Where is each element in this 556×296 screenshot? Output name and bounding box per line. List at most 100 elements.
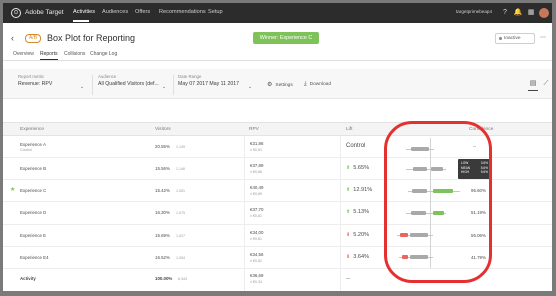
- rpv-value: €37,89: [250, 163, 264, 168]
- visitors-count: 1,075: [176, 211, 185, 215]
- experience-name[interactable]: Experience C: [20, 188, 46, 193]
- visitors-pct: 15.69%: [155, 233, 170, 238]
- app-title[interactable]: Adobe Target: [25, 9, 64, 16]
- lift-value: 5.65%: [353, 165, 370, 171]
- visitors-pct: 16.52%: [155, 255, 170, 260]
- chevron-down-icon: ⌄: [80, 84, 85, 90]
- arrow-down-icon: ⬇: [346, 232, 351, 238]
- lift-value: 3.64%: [353, 254, 370, 260]
- tab-reports[interactable]: Reports: [40, 51, 58, 57]
- activity-total-label: Activity: [20, 276, 36, 281]
- more-options-button[interactable]: ⋯: [538, 33, 548, 44]
- user-name[interactable]: targetprimebeap4: [456, 9, 492, 14]
- rpv-value: €40,49: [250, 185, 264, 190]
- lift-value: Control: [346, 143, 366, 149]
- app-window: ⊙ Adobe Target Activities Audiences Offe…: [0, 0, 556, 296]
- lift-value: 12.91%: [353, 187, 373, 193]
- rpv-interval: ± €0,89: [250, 192, 262, 196]
- arrow-up-icon: ⬆: [346, 165, 351, 171]
- report-filter-bar: Report metric Revenue: RPV ⌄ Audience Al…: [3, 69, 552, 99]
- visitors-count: 1,146: [176, 167, 185, 171]
- rpv-value: €34,56: [250, 252, 264, 257]
- help-icon[interactable]: ?: [500, 8, 510, 18]
- avatar[interactable]: [539, 8, 549, 18]
- rpv-value: €37,70: [250, 207, 264, 212]
- status-label: Inactive: [504, 36, 521, 41]
- download-button[interactable]: ⤓ Download: [304, 81, 331, 88]
- report-metric-value: Revenue: RPV: [18, 81, 53, 87]
- visitors-count: 1,149: [176, 145, 185, 149]
- experience-name[interactable]: Experience B: [20, 166, 46, 171]
- nav-active-indicator: [73, 20, 89, 22]
- apps-grid-icon[interactable]: ▦: [526, 8, 536, 18]
- chevron-down-icon: ⌄: [248, 84, 253, 90]
- visitors-pct: 16.30%: [155, 210, 170, 215]
- lift-cell: ⬇ 5.20%: [346, 232, 369, 238]
- report-metric-label: Report metric: [18, 74, 45, 79]
- audience-value: All Qualified Visitors (def...: [98, 81, 159, 87]
- lift-value: 5.20%: [353, 232, 370, 238]
- rpv-interval: ± €0,82: [250, 259, 262, 263]
- date-range-select[interactable]: Date Range May 07 2017 May 11 2017 ⌄: [178, 74, 256, 90]
- status-dropdown[interactable]: Inactive: [495, 33, 535, 44]
- notifications-icon[interactable]: 🔔: [513, 8, 523, 18]
- column-lift[interactable]: Lift: [346, 127, 352, 132]
- visitors-pct: 15.42%: [155, 188, 170, 193]
- nav-activities[interactable]: Activities: [73, 9, 95, 15]
- column-experience[interactable]: Experience: [20, 127, 44, 132]
- visitors-total-pct: 100.00%: [155, 276, 173, 281]
- lift-cell: ⬆ 5.13%: [346, 209, 369, 215]
- tab-change-log[interactable]: Change Log: [90, 51, 117, 57]
- rpv-value: €31,86: [250, 141, 264, 146]
- audience-select[interactable]: Audience All Qualified Visitors (def... …: [98, 74, 170, 90]
- nav-offers[interactable]: Offers: [135, 9, 150, 15]
- divider: [173, 75, 174, 95]
- nav-audiences[interactable]: Audiences: [102, 9, 128, 15]
- tab-overview[interactable]: Overview: [13, 51, 34, 57]
- experience-name[interactable]: Experience E4: [20, 255, 49, 260]
- divider: [92, 75, 93, 95]
- experience-name[interactable]: Experience D: [20, 210, 46, 215]
- column-visitors[interactable]: Visitors: [155, 127, 171, 132]
- winner-badge: Winner: Experience C: [253, 32, 319, 44]
- nav-setup[interactable]: Setup: [208, 9, 223, 15]
- visitors-pct: 20.55%: [155, 144, 170, 149]
- column-rpv[interactable]: RPV: [249, 127, 259, 132]
- arrow-up-icon: ⬆: [346, 209, 351, 215]
- back-arrow-icon[interactable]: ‹: [11, 33, 14, 43]
- top-nav-bar: ⊙ Adobe Target Activities Audiences Offe…: [3, 3, 552, 23]
- winner-star-icon: ★: [10, 187, 16, 193]
- rpv-interval: ± €0,81: [250, 237, 262, 241]
- visitors-pct: 15.56%: [155, 166, 170, 171]
- adobe-target-logo-icon[interactable]: ⊙: [11, 8, 21, 18]
- lift-total: —: [346, 276, 351, 281]
- activity-type-badge: A/B: [25, 34, 41, 43]
- lift-value: 5.13%: [353, 209, 370, 215]
- report-metric-select[interactable]: Report metric Revenue: RPV ⌄: [18, 74, 88, 90]
- experience-sub: Control: [20, 148, 32, 152]
- date-range-label: Date Range: [178, 74, 202, 79]
- visitors-count: 1,054: [176, 256, 185, 260]
- gear-icon: ⚙: [267, 82, 273, 88]
- graph-view-icon[interactable]: ⟋: [541, 79, 551, 89]
- rpv-interval: ± €0,81: [250, 214, 262, 218]
- rpv-interval: ± €0,81: [250, 148, 262, 152]
- page-title: Box Plot for Reporting: [47, 33, 136, 43]
- date-range-value: May 07 2017 May 11 2017: [178, 81, 240, 87]
- nav-recommendations[interactable]: Recommendations: [159, 9, 206, 15]
- settings-button[interactable]: ⚙ Settings: [267, 81, 293, 88]
- lift-cell: ⬆ 5.65%: [346, 165, 369, 171]
- visitors-count: 1,027: [176, 234, 185, 238]
- view-selected-indicator: [528, 90, 538, 92]
- experience-name[interactable]: Experience A: [20, 142, 46, 147]
- visitors-total-count: 6,343: [178, 277, 187, 281]
- tab-collisions[interactable]: Collisions: [64, 51, 85, 57]
- lift-cell: ⬇ 3.64%: [346, 254, 369, 260]
- rpv-total-interval: ± €0,34: [250, 280, 262, 284]
- download-label: Download: [309, 82, 331, 87]
- table-view-icon[interactable]: ▤: [528, 79, 538, 89]
- status-dot-icon: [499, 37, 502, 40]
- experience-name[interactable]: Experience E: [20, 233, 46, 238]
- lift-cell: ⬆ 12.91%: [346, 187, 372, 193]
- visitors-count: 1,051: [176, 189, 185, 193]
